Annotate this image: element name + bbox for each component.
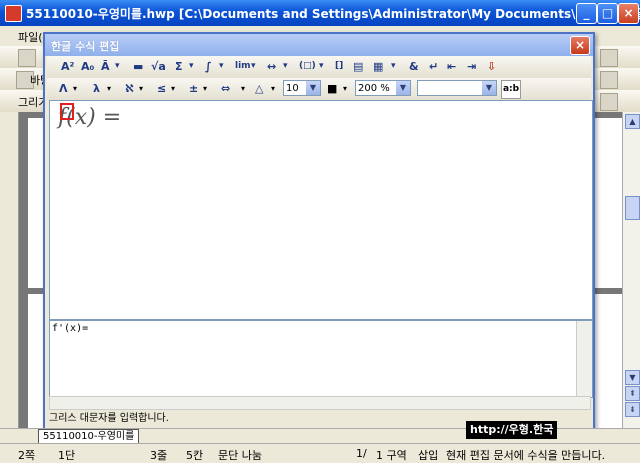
relation-dropdown-icon[interactable]: ▾ xyxy=(169,80,175,97)
font-size-combo[interactable]: 10 ▼ xyxy=(283,80,321,96)
greek-small-icon[interactable]: λ xyxy=(93,80,100,97)
misc-symbol-icon[interactable]: △ xyxy=(255,80,263,97)
fraction-icon[interactable]: ▬ xyxy=(133,58,143,75)
script-vertical-scrollbar[interactable] xyxy=(576,321,592,396)
sum-icon[interactable]: Σ xyxy=(175,58,183,75)
chevron-down-icon[interactable]: ▼ xyxy=(396,81,410,95)
equation-editor-title-bar[interactable]: 한글 수식 편집 × xyxy=(45,34,593,56)
scroll-thumb[interactable] xyxy=(625,196,640,220)
equation-cursor-highlight xyxy=(60,103,74,120)
status-message: 현재 편집 문서에 수식을 만듭니다. xyxy=(446,449,606,462)
watermark: http://우형.한국 xyxy=(466,421,558,439)
superscript-icon[interactable]: A² xyxy=(61,58,74,75)
equation-editor-close-button[interactable]: × xyxy=(570,36,590,55)
toolbar-extra-icon-2[interactable] xyxy=(600,71,618,89)
operator-icon[interactable]: ± xyxy=(189,80,198,97)
insert-equation-icon[interactable]: ⇩ xyxy=(487,58,496,75)
arrow-symbol-dropdown-icon[interactable]: ▾ xyxy=(239,80,245,97)
integral-icon[interactable]: ∫ xyxy=(205,58,212,75)
greek-small-dropdown-icon[interactable]: ▾ xyxy=(105,80,111,97)
limit-icon[interactable]: lim xyxy=(235,58,251,75)
equation-script-text: f'(x)= xyxy=(52,323,89,334)
chevron-down-icon[interactable]: ▼ xyxy=(482,81,496,95)
matrix-dropdown-icon[interactable]: ▾ xyxy=(391,58,396,75)
equation-toolbar-1: A² A₀ Ā ▾ ▬ √a Σ ▾ ∫ ▾ lim ▾ ↔ ▾ (□) ▾ [… xyxy=(47,56,591,78)
script-horizontal-scrollbar[interactable] xyxy=(49,396,591,410)
status-column-count: 1단 xyxy=(58,449,76,462)
zoom-value: 200 % xyxy=(358,83,390,94)
main-title-bar: 55110010-우영미를.hwp [C:\Documents and Sett… xyxy=(0,0,640,26)
toolbar-extra-icon[interactable] xyxy=(600,49,618,67)
equation-editor-dialog: 한글 수식 편집 × A² A₀ Ā ▾ ▬ √a Σ ▾ ∫ ▾ lim ▾ … xyxy=(43,32,595,430)
status-bar: 2쪽 1단 3줄 5칸 문단 나눔 1/ 1 구역 삽입 현재 편집 문서에 수… xyxy=(0,443,640,463)
greek-capital-icon[interactable]: Λ xyxy=(59,80,68,97)
status-page-of: 1/ xyxy=(356,447,367,460)
zoom-combo[interactable]: 200 % ▼ xyxy=(355,80,411,96)
greek-capital-dropdown-icon[interactable]: ▾ xyxy=(71,80,77,97)
arrow-icon[interactable]: ↔ xyxy=(267,58,276,75)
text-color-icon[interactable]: ■ xyxy=(327,80,337,97)
status-insert-mode[interactable]: 삽입 xyxy=(418,447,438,463)
equation-toolbar-2: Λ ▾ λ ▾ ℵ ▾ ≤ ▾ ± ▾ ⇔ ▾ △ ▾ 10 ▼ ■ ▾ 200… xyxy=(47,78,591,100)
minimize-button[interactable]: _ xyxy=(576,3,597,24)
relation-icon[interactable]: ≤ xyxy=(157,80,166,97)
matrix-column-icon[interactable]: ▤ xyxy=(353,58,363,75)
sum-dropdown-icon[interactable]: ▾ xyxy=(189,58,194,75)
scroll-up-icon[interactable]: ▲ xyxy=(625,114,640,129)
maximize-button[interactable]: □ xyxy=(597,3,618,24)
move-left-icon[interactable]: ⇤ xyxy=(447,58,456,75)
format-toggle-icon[interactable]: a:b xyxy=(501,80,521,99)
equation-script-editor[interactable]: f'(x)= xyxy=(49,320,593,398)
page-up-icon[interactable]: ⇞ xyxy=(625,386,640,401)
status-line: 3줄 xyxy=(150,449,168,462)
newline-icon[interactable]: ↵ xyxy=(429,58,438,75)
status-column: 5칸 xyxy=(186,449,204,462)
vertical-ruler xyxy=(0,112,19,430)
arrow-dropdown-icon[interactable]: ▾ xyxy=(283,58,288,75)
status-page: 2쪽 xyxy=(18,449,36,462)
decoration-icon[interactable]: Ā xyxy=(101,58,110,75)
hebrew-dropdown-icon[interactable]: ▾ xyxy=(137,80,143,97)
hebrew-symbol-icon[interactable]: ℵ xyxy=(125,80,134,97)
subscript-icon[interactable]: A₀ xyxy=(81,58,94,75)
window-title: 55110010-우영미를.hwp [C:\Documents and Sett… xyxy=(26,7,640,21)
limit-dropdown-icon[interactable]: ▾ xyxy=(251,58,256,75)
status-section: 1 구역 xyxy=(376,449,407,462)
align-ampersand-icon[interactable]: & xyxy=(409,58,419,75)
misc-symbol-dropdown-icon[interactable]: ▾ xyxy=(269,80,275,97)
chevron-down-icon[interactable]: ▼ xyxy=(306,81,320,95)
decoration-dropdown-icon[interactable]: ▾ xyxy=(115,58,120,75)
matrix-icon[interactable]: ▦ xyxy=(373,58,383,75)
close-button[interactable]: × xyxy=(618,3,639,24)
paren-icon[interactable]: (□) xyxy=(299,58,316,75)
page-down-icon[interactable]: ⇟ xyxy=(625,402,640,417)
font-size-value: 10 xyxy=(286,83,299,94)
hwp-app-icon[interactable] xyxy=(5,5,22,22)
text-color-dropdown-icon[interactable]: ▾ xyxy=(341,80,347,97)
font-name-combo[interactable]: ▼ xyxy=(417,80,497,96)
equation-editor-title: 한글 수식 편집 xyxy=(51,40,120,53)
paren-dropdown-icon[interactable]: ▾ xyxy=(319,58,324,75)
document-scrollbar[interactable]: ▲ ▼ ⇞ ⇟ xyxy=(622,112,640,430)
new-document-icon[interactable] xyxy=(18,49,36,67)
scroll-down-icon[interactable]: ▼ xyxy=(625,370,640,385)
case-icon[interactable]: [] xyxy=(335,58,343,75)
equation-preview-canvas[interactable]: f(x) = xyxy=(49,100,593,320)
integral-dropdown-icon[interactable]: ▾ xyxy=(219,58,224,75)
toolbar-extra-icon-3[interactable] xyxy=(600,93,618,111)
document-tab[interactable]: 55110010-우영미를 xyxy=(38,429,140,444)
operator-dropdown-icon[interactable]: ▾ xyxy=(201,80,207,97)
root-icon[interactable]: √a xyxy=(151,58,166,75)
arrow-symbol-icon[interactable]: ⇔ xyxy=(221,80,230,97)
move-right-icon[interactable]: ⇥ xyxy=(467,58,476,75)
status-split: 문단 나눔 xyxy=(218,449,262,462)
